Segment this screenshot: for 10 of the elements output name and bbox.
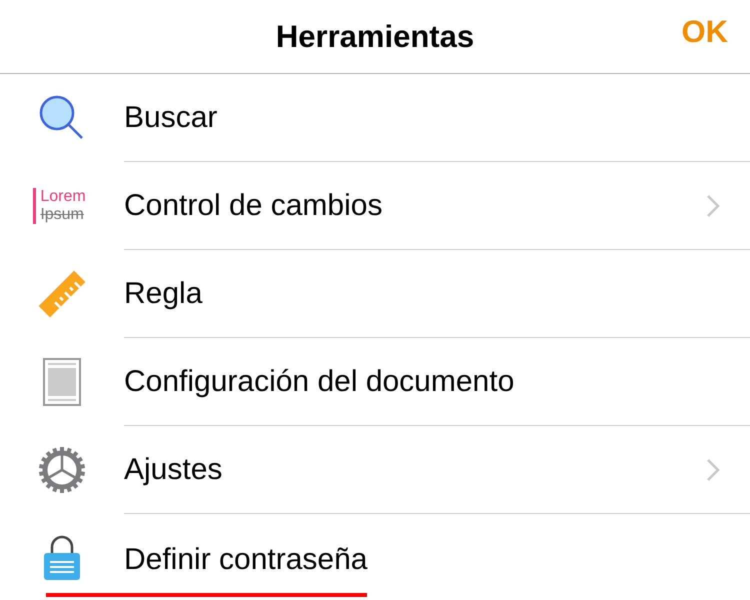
menu-item[interactable]: Definir contraseña bbox=[46, 543, 368, 597]
menu-item[interactable]: Configuración del documento bbox=[124, 364, 514, 398]
menu-item[interactable]: Control de cambios bbox=[124, 188, 382, 222]
document-icon bbox=[43, 358, 81, 406]
screen-title: Herramientas bbox=[276, 18, 474, 54]
settings-icon bbox=[38, 446, 86, 494]
lock-icon bbox=[44, 535, 80, 581]
menu-item[interactable]: Ajustes bbox=[124, 452, 222, 486]
menu-item[interactable]: Regla bbox=[124, 276, 202, 310]
menu-item[interactable]: Buscar bbox=[124, 100, 218, 134]
